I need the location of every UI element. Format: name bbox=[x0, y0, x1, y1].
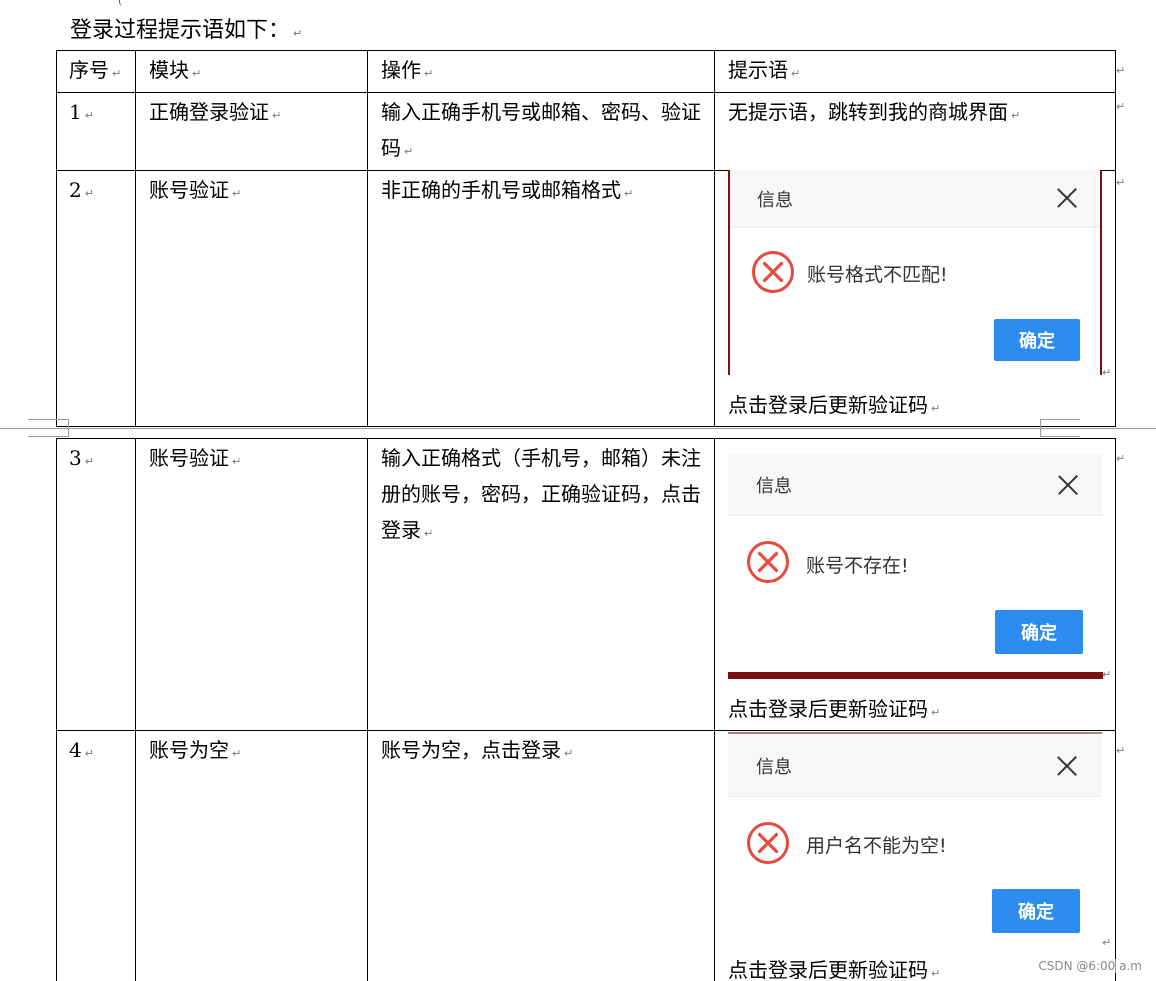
return-mark: ↵ bbox=[293, 27, 303, 40]
row-end-mark: ↵ bbox=[1102, 936, 1112, 949]
row-end-mark: ↵ bbox=[1102, 668, 1112, 681]
row-operation-cell: 输入正确手机号或邮箱、密码、验证码 ↵ bbox=[367, 92, 715, 171]
dialog-header: 信息 bbox=[729, 170, 1102, 228]
table-header-row: 序号 ↵ 模块 ↵ 操作 ↵ 提示语 ↵ bbox=[56, 50, 1116, 93]
close-icon[interactable] bbox=[1056, 187, 1078, 209]
separator-tick bbox=[28, 419, 68, 420]
separator-tick bbox=[1040, 419, 1041, 437]
header-cell-operation: 操作 ↵ bbox=[367, 50, 715, 93]
top-tick-mark: ( bbox=[118, 0, 123, 7]
row-end-mark: ↵ bbox=[1116, 64, 1126, 77]
dialog-title: 信息 bbox=[756, 476, 792, 497]
close-icon[interactable] bbox=[1056, 755, 1078, 777]
separator-tick bbox=[1040, 419, 1080, 420]
row-operation-cell: 账号为空，点击登录 ↵ bbox=[367, 730, 715, 981]
dialog-header: 信息 bbox=[728, 735, 1102, 797]
dialog-header: 信息 bbox=[728, 454, 1103, 516]
page-separator bbox=[0, 428, 1156, 429]
row-module-cell: 账号验证 ↵ bbox=[135, 170, 368, 427]
row-end-mark: ↵ bbox=[1116, 176, 1126, 189]
watermark: CSDN @6:00 a.m bbox=[1038, 959, 1142, 973]
page-heading: 登录过程提示语如下： ↵ bbox=[70, 16, 302, 49]
row-operation-cell: 非正确的手机号或邮箱格式 ↵ bbox=[367, 170, 715, 427]
row-num-cell: 3 ↵ bbox=[56, 438, 136, 731]
after-click-note: 点击登录后更新验证码 ↵ bbox=[728, 393, 941, 417]
dialog-bottom-bar bbox=[728, 672, 1103, 679]
separator-tick bbox=[28, 436, 68, 437]
header-cell-num: 序号 ↵ bbox=[56, 50, 136, 93]
row-end-mark: ↵ bbox=[1116, 744, 1126, 757]
row-num-cell: 2 ↵ bbox=[56, 170, 136, 427]
table-row: 1 ↵ 正确登录验证 ↵ 输入正确手机号或邮箱、密码、验证码 ↵ 无提示语，跳转到我的… bbox=[56, 92, 1116, 171]
error-dialog-format: 信息 账号格式不匹配! 确定 bbox=[729, 170, 1102, 375]
dialog-message: 用户名不能为空! bbox=[806, 835, 947, 857]
row-module-cell: 正确登录验证 ↵ bbox=[135, 92, 368, 171]
row-module-cell: 账号为空 ↵ bbox=[135, 730, 368, 981]
error-dialog-not-exist: 信息 账号不存在! 确定 bbox=[728, 454, 1103, 672]
dialog-top-border bbox=[728, 732, 1102, 734]
row-end-mark: ↵ bbox=[1116, 452, 1126, 465]
after-click-note: 点击登录后更新验证码 ↵ bbox=[728, 957, 941, 981]
error-circle-icon bbox=[747, 541, 789, 583]
row-end-mark: ↵ bbox=[1116, 100, 1126, 113]
separator-tick bbox=[1040, 436, 1080, 437]
dialog-title: 信息 bbox=[757, 190, 793, 211]
row-num-cell: 4 ↵ bbox=[56, 730, 136, 981]
dialog-border-left bbox=[728, 170, 730, 375]
error-circle-icon bbox=[747, 822, 789, 864]
dialog-title: 信息 bbox=[756, 757, 792, 778]
row-operation-cell: 输入正确格式（手机号，邮箱）未注册的账号，密码，正确验证码，点击登录 ↵ bbox=[367, 438, 715, 731]
error-circle-icon bbox=[752, 251, 794, 293]
confirm-button[interactable]: 确定 bbox=[995, 610, 1083, 654]
header-cell-module: 模块 ↵ bbox=[135, 50, 368, 93]
row-num-cell: 1 ↵ bbox=[56, 92, 136, 171]
dialog-border-right bbox=[1100, 170, 1102, 375]
header-cell-prompt: 提示语 ↵ bbox=[714, 50, 1116, 93]
row-module-cell: 账号验证 ↵ bbox=[135, 438, 368, 731]
separator-tick bbox=[68, 419, 69, 437]
row-end-mark: ↵ bbox=[1102, 366, 1112, 379]
after-click-note: 点击登录后更新验证码 ↵ bbox=[728, 697, 941, 721]
close-icon[interactable] bbox=[1057, 474, 1079, 496]
confirm-button[interactable]: 确定 bbox=[994, 319, 1080, 361]
dialog-message: 账号格式不匹配! bbox=[807, 264, 948, 286]
heading-text: 登录过程提示语如下： bbox=[70, 18, 291, 43]
row-prompt-cell: 无提示语，跳转到我的商城界面 ↵ bbox=[714, 92, 1116, 171]
dialog-message: 账号不存在! bbox=[806, 555, 909, 577]
error-dialog-empty-username: 信息 用户名不能为空! 确定 bbox=[728, 735, 1102, 945]
confirm-button[interactable]: 确定 bbox=[992, 889, 1080, 933]
